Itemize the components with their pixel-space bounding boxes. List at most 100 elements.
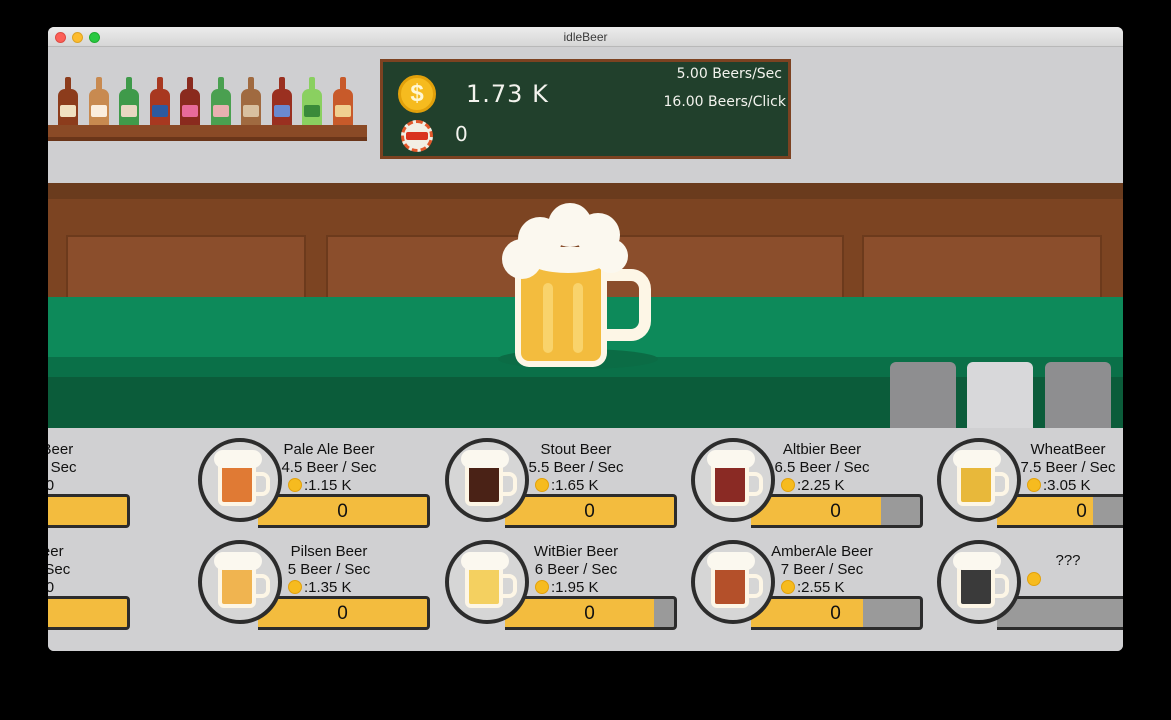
upgrade-rate: 6.5 Beer / Sec (774, 459, 870, 476)
upgrade-cost: :1.95 K (551, 579, 599, 596)
foam (461, 450, 509, 468)
title-bar: idleBeer (48, 27, 1123, 47)
bottle-icon (332, 77, 353, 131)
upgrade-progress-bar: 0 (751, 494, 923, 528)
upgrade-cost: :2.25 K (797, 477, 845, 494)
bottle-label (273, 105, 290, 117)
upgrade-name: Stout Beer (540, 441, 612, 458)
wall-panel (862, 235, 1102, 297)
upgrade-count: 0 (48, 501, 127, 523)
upgrade-grid: 0Red Ale Beer4.5 Beer / Sec:800.000Pale … (48, 428, 1123, 651)
upgrade-count: 0 (830, 603, 841, 624)
bottle-shelf (48, 125, 367, 141)
foam (214, 450, 262, 468)
bottle-label (182, 105, 198, 117)
upgrade-progress-bar: 0 (48, 494, 130, 528)
tab-2[interactable] (967, 362, 1033, 428)
bottle-icon (241, 77, 261, 131)
wall-panel (66, 235, 306, 297)
upgrade-name: Pilsen Beer (290, 543, 368, 560)
tab-1[interactable] (890, 362, 956, 428)
foam (953, 450, 1001, 468)
bar-scene: $ 1.73 K 0 5.00 Beers/Sec 16.00 Beers/Cl… (48, 47, 1123, 428)
upgrade-card[interactable]: 0 Stout Beer 5.5 Beer / Sec:1.65 K (445, 438, 685, 528)
coin-icon (1027, 478, 1041, 492)
upgrade-card[interactable]: ??? (937, 540, 1123, 630)
mug-handle (607, 269, 651, 341)
upgrade-card[interactable]: 0 Pale Ale Beer 4.5 Beer / Sec:1.15 K (198, 438, 438, 528)
bottle-label (304, 105, 320, 117)
foam (528, 247, 608, 273)
upgrade-card[interactable]: 0 Altbier Beer 6.5 Beer / Sec:2.25 K (691, 438, 931, 528)
bottle-label (90, 105, 107, 117)
upgrade-card[interactable]: 0 WheatBeer 7.5 Beer / Sec:3.05 K (937, 438, 1123, 528)
upgrade-count: 0 (337, 603, 348, 624)
upgrade-card[interactable]: 0 AmberAle Beer 7 Beer / Sec:2.55 K (691, 540, 931, 630)
coin-icon (288, 580, 302, 594)
upgrade-card[interactable]: 0 WitBier Beer 6 Beer / Sec:1.95 K (445, 540, 685, 630)
bottle-icon (180, 77, 200, 131)
upgrade-name: AmberAle Beer (771, 543, 873, 560)
coin-icon (535, 580, 549, 594)
bottle-label (151, 105, 168, 117)
upgrade-rate: 4.5 Beer / Sec (281, 459, 377, 476)
upgrade-card[interactable]: 0 Pilsen Beer 5 Beer / Sec:1.35 K (198, 540, 438, 630)
bottle-icon (302, 77, 322, 131)
upgrade-name: Altbier Beer (782, 441, 862, 458)
foam (214, 552, 262, 570)
bottle-icon (119, 77, 139, 131)
mug-handle (995, 574, 1009, 598)
upgrade-rate: 5.5 Beer / Sec (528, 459, 624, 476)
upgrade-cost: :800.00 (48, 477, 55, 494)
upgrade-count: 0 (830, 501, 841, 522)
upgrade-cost: :1.15 K (304, 477, 352, 494)
upgrade-name: Bock Beer (48, 543, 64, 560)
cap-balance: 0 (455, 122, 468, 146)
upgrade-cost: :2.55 K (797, 579, 845, 596)
tab-3[interactable] (1045, 362, 1111, 428)
upgrade-count: 0 (48, 603, 127, 625)
upgrade-name: ??? (1055, 552, 1081, 569)
upgrade-cost: :1.65 K (551, 477, 599, 494)
bar-counter-front (48, 377, 1123, 428)
bottle-cap-icon (401, 120, 433, 152)
foam (461, 552, 509, 570)
upgrade-count: 0 (1076, 501, 1087, 522)
bottle-label (243, 105, 259, 117)
bottle-icon (271, 77, 292, 131)
app-window: idleBeer $ 1.73 K 0 5.00 Beers/Sec 16.00… (48, 27, 1123, 651)
upgrade-cost: :950.00 (48, 579, 55, 596)
upgrade-count: 0 (337, 501, 348, 522)
bottle-label (212, 105, 229, 117)
window-title: idleBeer (563, 30, 608, 44)
bottle-icon (88, 77, 109, 131)
upgrade-card[interactable]: 0 Red Ale Beer4.5 Beer / Sec:800.00 (48, 438, 138, 528)
coin-balance: 1.73 K (466, 80, 549, 108)
upgrade-rate: 7 Beer / Sec (780, 561, 864, 578)
upgrade-cost: :3.05 K (1043, 477, 1091, 494)
upgrade-rate: 4.5 Beer / Sec (48, 459, 77, 476)
upgrade-count: 0 (584, 603, 595, 624)
upgrade-name: Pale Ale Beer (283, 441, 375, 458)
upgrade-rate: 7.5 Beer / Sec (1020, 459, 1116, 476)
coin-icon (781, 478, 795, 492)
bottle-label (121, 105, 137, 117)
foam (707, 552, 755, 570)
beer-mug-click-target[interactable] (498, 199, 678, 379)
upgrade-name: WheatBeer (1030, 441, 1106, 458)
bottle-icon (149, 77, 170, 131)
coin-icon: $ (398, 75, 436, 113)
foam (707, 450, 755, 468)
upgrade-rate: 4 Beer / Sec (48, 561, 71, 578)
bottle-icon (58, 77, 78, 131)
upgrade-rate: 6 Beer / Sec (534, 561, 618, 578)
upgrade-progress-bar: 0 (258, 596, 430, 630)
upgrade-card[interactable]: 0 Bock Beer4 Beer / Sec:950.00 (48, 540, 138, 630)
upgrade-rate: 5 Beer / Sec (287, 561, 371, 578)
beers-per-sec: 5.00 Beers/Sec (676, 66, 782, 82)
upgrade-progress-bar: 0 (505, 596, 677, 630)
coin-icon (535, 478, 549, 492)
mug-highlight (573, 283, 583, 353)
bottle-label (60, 105, 76, 117)
foam (953, 552, 1001, 570)
